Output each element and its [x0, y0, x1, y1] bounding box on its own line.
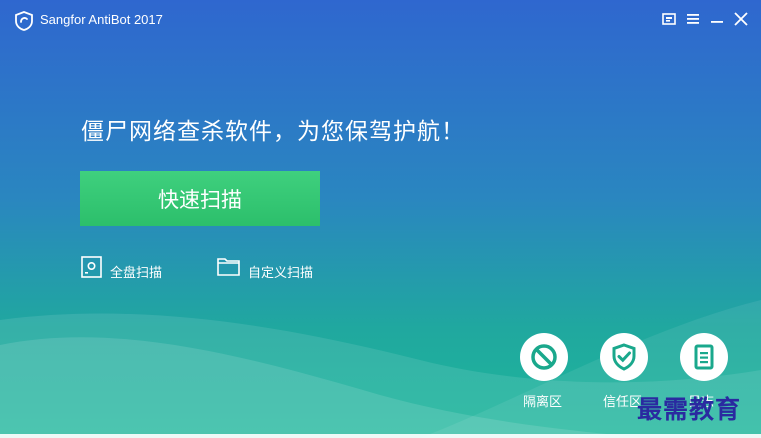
trust-zone-button[interactable]	[600, 333, 648, 381]
full-scan-option[interactable]: 全盘扫描	[81, 252, 162, 281]
close-icon[interactable]	[732, 10, 750, 28]
log-button[interactable]	[680, 333, 728, 381]
menu-icon[interactable]	[684, 10, 702, 28]
feedback-icon[interactable]	[660, 10, 678, 28]
watermark: 最需教育	[637, 395, 742, 424]
custom-scan-option[interactable]: 自定义扫描	[217, 252, 313, 281]
block-icon	[531, 344, 557, 370]
antibot-window: Sangfor AntiBot 2017 僵尸网络查杀软件，为您保驾护航！ 快速…	[0, 0, 761, 438]
disk-icon	[81, 255, 102, 278]
minimize-icon[interactable]	[708, 10, 726, 28]
quick-scan-button[interactable]: 快速扫描	[80, 171, 320, 226]
quarantine-button[interactable]	[520, 333, 568, 381]
sangfor-logo-icon	[15, 11, 33, 31]
custom-scan-label: 自定义扫描	[248, 266, 314, 281]
bottom-border	[0, 434, 761, 438]
quarantine-label: 隔离区	[523, 395, 563, 410]
folder-icon	[217, 258, 240, 276]
app-title: Sangfor AntiBot 2017	[40, 12, 163, 27]
shield-check-icon	[612, 343, 636, 371]
headline: 僵尸网络查杀软件，为您保驾护航！	[81, 119, 465, 145]
title-bar: Sangfor AntiBot 2017	[0, 0, 761, 40]
log-icon	[694, 344, 714, 370]
full-scan-label: 全盘扫描	[110, 266, 163, 281]
